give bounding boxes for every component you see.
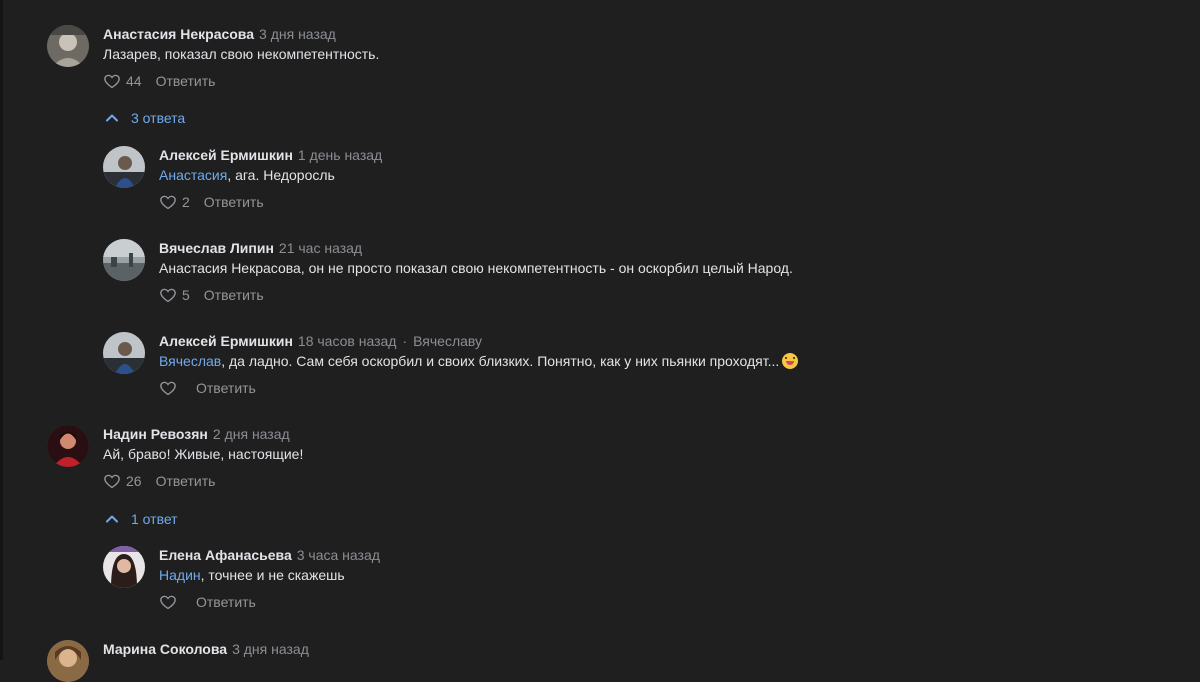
comment-time[interactable]: 1 день назад: [298, 147, 382, 163]
author-name[interactable]: Марина Соколова: [103, 641, 227, 657]
like-button[interactable]: 5: [159, 286, 190, 304]
comment-text: Надин, точнее и не скажешь: [159, 565, 380, 585]
author-name[interactable]: Вячеслав Липин: [159, 240, 274, 256]
avatar[interactable]: [103, 546, 145, 588]
heart-icon: [160, 288, 176, 303]
heart-icon: [160, 195, 176, 210]
left-edge: [0, 0, 3, 660]
author-name[interactable]: Алексей Ермишкин: [159, 147, 293, 163]
avatar[interactable]: [103, 332, 145, 374]
author-name[interactable]: Елена Афанасьева: [159, 547, 292, 563]
comment-text-body: , точнее и не скажешь: [200, 567, 345, 583]
heart-icon: [104, 74, 120, 89]
mention-link[interactable]: Вячеслав: [159, 353, 221, 369]
mention-link[interactable]: Анастасия: [159, 167, 227, 183]
like-button[interactable]: 44: [103, 72, 142, 90]
author-name[interactable]: Анастасия Некрасова: [103, 26, 254, 42]
reply-to-link[interactable]: Вячеславу: [413, 333, 482, 349]
author-name[interactable]: Надин Ревозян: [103, 426, 208, 442]
heart-icon: [160, 381, 176, 396]
reply-button[interactable]: Ответить: [156, 472, 216, 490]
like-count: 26: [126, 473, 142, 489]
like-count: 44: [126, 73, 142, 89]
comment-text: Лазарев, показал свою некомпетентность.: [103, 46, 380, 62]
comment-text: Ай, браво! Живые, настоящие!: [103, 446, 304, 462]
avatar[interactable]: [47, 425, 89, 467]
avatar[interactable]: [103, 146, 145, 188]
reply-button[interactable]: Ответить: [204, 286, 264, 304]
comment-time[interactable]: 3 дня назад: [259, 26, 336, 42]
avatar[interactable]: [47, 25, 89, 67]
chevron-up-icon: [106, 515, 118, 523]
comment-time[interactable]: 21 час назад: [279, 240, 362, 256]
grinning-tongue-emoji-icon: [782, 353, 799, 369]
comment-time[interactable]: 3 часа назад: [297, 547, 380, 563]
like-button[interactable]: 26: [103, 472, 142, 490]
separator-dot: ·: [402, 333, 408, 349]
reply-button[interactable]: Ответить: [196, 379, 256, 397]
replies-count: 3 ответа: [131, 110, 186, 126]
comment-time[interactable]: 18 часов назад: [298, 333, 397, 349]
like-button[interactable]: 2: [159, 193, 190, 211]
chevron-up-icon: [106, 114, 118, 122]
comment-time[interactable]: 2 дня назад: [213, 426, 290, 442]
reply-button[interactable]: Ответить: [196, 593, 256, 611]
reply-button[interactable]: Ответить: [156, 72, 216, 90]
heart-icon: [160, 595, 176, 610]
heart-icon: [104, 474, 120, 489]
avatar[interactable]: [103, 239, 145, 281]
comment-text: Анастасия, ага. Недоросль: [159, 165, 382, 185]
replies-count: 1 ответ: [131, 511, 178, 527]
mention-link[interactable]: Надин: [159, 567, 201, 583]
reply-button[interactable]: Ответить: [204, 193, 264, 211]
toggle-replies-button[interactable]: 1 ответ: [105, 511, 178, 527]
comment-time[interactable]: 3 дня назад: [232, 641, 309, 657]
toggle-replies-button[interactable]: 3 ответа: [105, 110, 185, 126]
like-button[interactable]: [159, 379, 182, 397]
avatar[interactable]: [47, 640, 89, 682]
like-count: 5: [182, 287, 190, 303]
author-name[interactable]: Алексей Ермишкин: [159, 333, 293, 349]
comment-text-body: , ага. Недоросль: [227, 167, 335, 183]
comment-text-body: , да ладно. Сам себя оскорбил и своих бл…: [221, 353, 780, 369]
comment-text: Анастасия Некрасова, он не просто показа…: [159, 260, 793, 276]
comment-text: Вячеслав, да ладно. Сам себя оскорбил и …: [159, 351, 799, 371]
like-count: 2: [182, 194, 190, 210]
like-button[interactable]: [159, 593, 182, 611]
